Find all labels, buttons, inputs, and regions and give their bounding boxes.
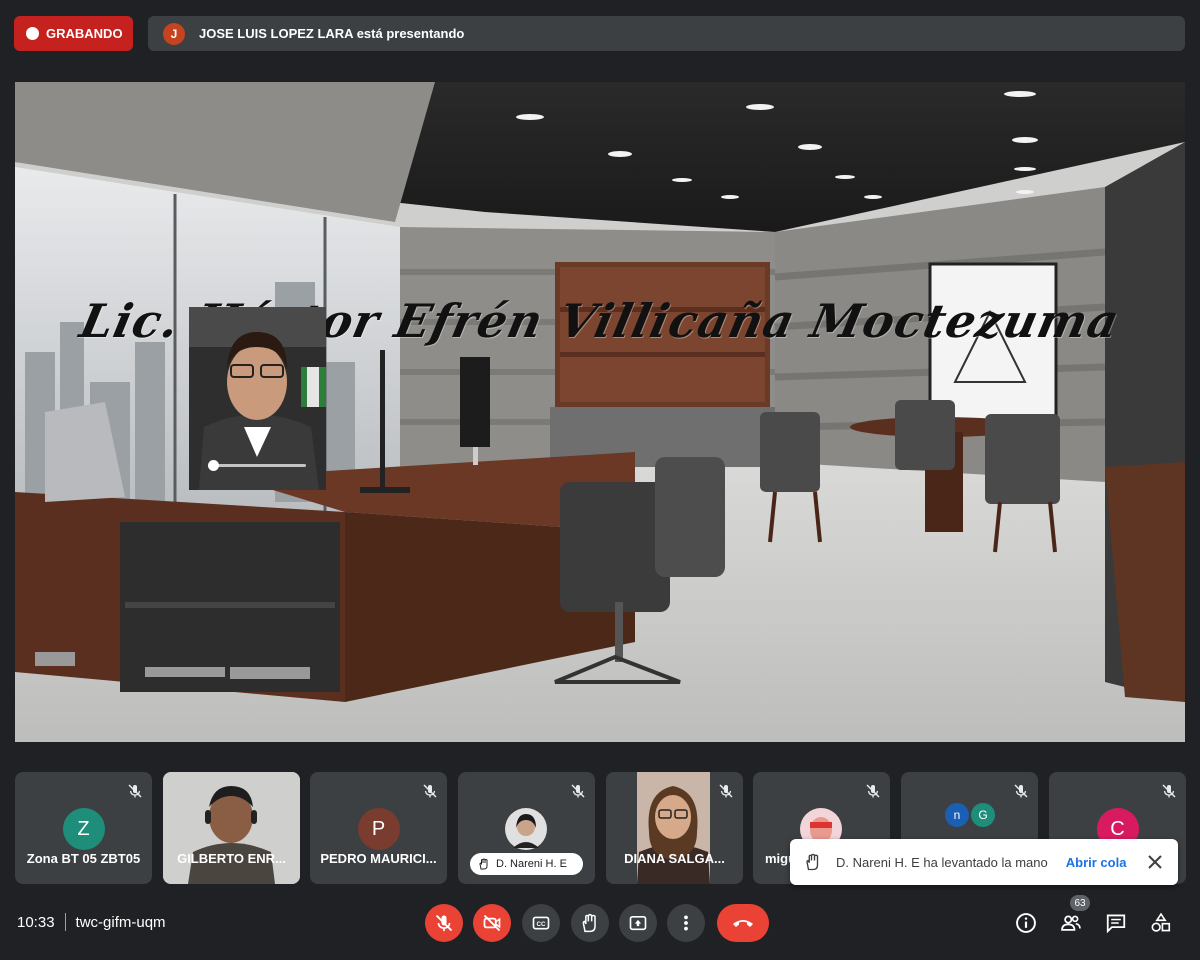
- participant-name: Zona BT 05 ZBT05: [26, 851, 141, 866]
- mic-off-icon: [719, 784, 733, 798]
- mic-off-icon: [128, 784, 142, 798]
- clock-time: 10:33: [17, 913, 55, 931]
- participant-tile[interactable]: D. Nareni H. E: [458, 772, 595, 884]
- raised-hand-name: D. Nareni H. E: [496, 858, 567, 870]
- participant-avatar: G: [971, 803, 995, 827]
- chat-button[interactable]: [1102, 909, 1130, 937]
- mic-off-icon: [1162, 784, 1176, 798]
- participant-video: [163, 772, 300, 884]
- participant-avatar: Z: [62, 808, 105, 850]
- recording-indicator: GRABANDO: [14, 16, 133, 51]
- raise-hand-icon: [582, 913, 596, 933]
- present-screen-icon: [629, 915, 647, 931]
- closed-captions-icon: CC: [532, 916, 550, 930]
- participants-button[interactable]: [1057, 909, 1085, 937]
- chat-icon: [1106, 914, 1126, 934]
- people-icon: [1061, 915, 1081, 931]
- meet-window: GRABANDO J JOSE LUIS LOPEZ LARA está pre…: [0, 0, 1200, 960]
- participant-avatar: [505, 808, 547, 850]
- notification-text: D. Nareni H. E ha levantado la mano: [836, 854, 1048, 870]
- info-icon: [1016, 913, 1036, 933]
- svg-text:CC: CC: [536, 921, 546, 928]
- participant-tile[interactable]: P PEDRO MAURICI...: [310, 772, 447, 884]
- mic-off-icon: [435, 914, 453, 932]
- raise-hand-button[interactable]: [571, 904, 609, 942]
- camera-off-icon: [483, 914, 501, 932]
- activities-button[interactable]: [1147, 909, 1175, 937]
- microphone-button[interactable]: [425, 904, 463, 942]
- divider: [64, 913, 66, 931]
- meeting-info: 10:33 twc-gifm-uqm: [17, 913, 166, 931]
- mic-off-icon: [571, 784, 585, 798]
- more-vert-icon: [684, 915, 688, 931]
- participants-count-badge: 63: [1070, 895, 1090, 911]
- presenter-text: JOSE LUIS LOPEZ LARA está presentando: [199, 26, 465, 41]
- participant-tile[interactable]: DIANA SALGA...: [606, 772, 743, 884]
- present-now-button[interactable]: [619, 904, 657, 942]
- participant-avatar: n: [945, 803, 969, 827]
- presenter-video-overlay: [189, 307, 326, 490]
- participant-name: GILBERTO ENR...: [177, 851, 286, 866]
- participant-video: [637, 772, 710, 884]
- hang-up-icon: [733, 920, 753, 927]
- meeting-code: twc-gifm-uqm: [75, 913, 166, 931]
- activities-shapes-icon: [1151, 912, 1171, 932]
- participant-tile[interactable]: Z Zona BT 05 ZBT05: [15, 772, 152, 884]
- raised-hand-chip: D. Nareni H. E: [470, 853, 583, 875]
- participant-photo: [637, 772, 710, 884]
- captions-button[interactable]: CC: [522, 904, 560, 942]
- open-queue-link[interactable]: Abrir cola: [1066, 855, 1127, 870]
- participant-tile[interactable]: GILBERTO ENR...: [163, 772, 300, 884]
- participant-name: DIANA SALGA...: [624, 851, 725, 866]
- mic-off-icon: [866, 784, 880, 798]
- participant-avatar: P: [357, 808, 400, 850]
- raised-hand-notification: D. Nareni H. E ha levantado la mano Abri…: [790, 839, 1178, 885]
- meeting-details-button[interactable]: [1012, 909, 1040, 937]
- leave-call-button[interactable]: [717, 904, 769, 942]
- presenter-avatar: J: [163, 22, 185, 45]
- mic-off-icon: [1014, 784, 1028, 798]
- participant-name: PEDRO MAURICI...: [320, 851, 437, 866]
- more-options-button[interactable]: [667, 904, 705, 942]
- presenting-banner[interactable]: J JOSE LUIS LOPEZ LARA está presentando: [148, 16, 1185, 51]
- recording-label: GRABANDO: [46, 26, 123, 41]
- raised-hand-icon: [479, 858, 488, 870]
- mic-off-icon: [423, 784, 437, 798]
- record-dot-icon: [26, 27, 39, 40]
- video-progress-knob[interactable]: [208, 460, 219, 471]
- raised-hand-icon: [806, 853, 819, 871]
- camera-button[interactable]: [473, 904, 511, 942]
- close-icon[interactable]: [1146, 853, 1164, 871]
- video-progress-bar[interactable]: [212, 464, 306, 467]
- presentation-stage[interactable]: Lic. Héctor Efrén Villicaña Moctezuma: [15, 82, 1185, 742]
